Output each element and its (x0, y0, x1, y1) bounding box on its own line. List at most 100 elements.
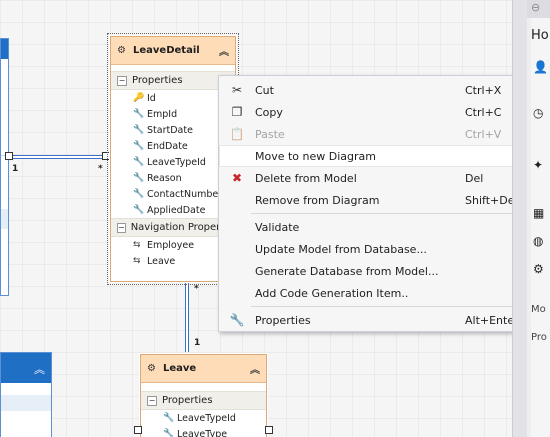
resize-handle[interactable] (134, 426, 142, 434)
menu-item-update-model-from-database[interactable]: Update Model from Database... (219, 238, 535, 260)
property-wrench-icon: 🔧 (133, 109, 145, 119)
panel-label-pro: Pro (531, 332, 547, 343)
partial-entity-left-bottom[interactable]: ︽ (0, 352, 52, 437)
property-wrench-icon: 🔧 (133, 125, 145, 135)
properties-list: 🔧 LeaveTypeId 🔧 LeaveType (141, 410, 266, 437)
gear-icon[interactable]: ⚙ (533, 262, 544, 276)
menu-item-label: Update Model from Database... (255, 242, 427, 256)
menu-item-paste[interactable]: 📋 Paste Ctrl+V (219, 123, 535, 145)
partial-entity-left-top[interactable] (0, 38, 9, 296)
property-name: AppliedDate (147, 204, 206, 216)
menu-item-label: Move to new Diagram (255, 149, 376, 163)
property-row[interactable]: 🔧 EmpId (111, 106, 235, 122)
menu-item-label: Paste (255, 127, 285, 141)
property-row[interactable]: 🔧 LeaveTypeId (141, 410, 266, 426)
menu-item-label: Generate Database from Model... (255, 264, 439, 278)
right-tool-panel: ⊖ Ho 👤 ◷ ✦ ▦ ◍ ⚙ Mo Pro (512, 0, 550, 437)
menu-item-label: Cut (255, 83, 274, 97)
person-icon[interactable]: 👤 (533, 60, 548, 74)
property-wrench-icon: 🔧 (133, 173, 145, 183)
entity-icon: ⚙ (117, 45, 126, 56)
property-row[interactable]: ⇆ Leave (111, 253, 235, 269)
collapse-icon[interactable]: ︽ (219, 43, 229, 58)
menu-item-generate-database-from-model[interactable]: Generate Database from Model... (219, 260, 535, 282)
property-name: LeaveTypeId (177, 412, 236, 424)
menu-item-cut[interactable]: ✂ Cut Ctrl+X (219, 79, 535, 101)
panel-title: Ho (531, 28, 549, 43)
panel-label-mo: Mo (531, 304, 546, 315)
collapse-toggle-icon[interactable]: − (117, 75, 127, 86)
menu-separator (251, 306, 535, 307)
entity-title: Leave (163, 363, 197, 374)
connector-handle[interactable] (5, 152, 13, 160)
menu-item-remove-from-diagram[interactable]: Remove from Diagram Shift+Del (219, 189, 535, 211)
multiplicity-label: * (98, 164, 103, 174)
multiplicity-label: * (194, 284, 199, 294)
section-label: Properties (162, 395, 213, 406)
multiplicity-label: 1 (194, 338, 201, 348)
entity-icon: ⚙ (147, 363, 156, 374)
properties-section-header[interactable]: − Properties (141, 391, 266, 410)
scissors-icon: ✂ (231, 83, 243, 97)
property-row[interactable]: 🔧 AppliedDate (111, 202, 235, 218)
property-wrench-icon: 🔧 (133, 205, 145, 215)
menu-item-label: Add Code Generation Item.. (255, 286, 409, 300)
section-label: Properties (132, 75, 183, 86)
pin-icon[interactable]: ✦ (533, 158, 543, 172)
entity-header[interactable]: ⚙ LeaveDetail ︽ (111, 37, 235, 65)
menu-item-add-code-generation-item[interactable]: Add Code Generation Item.. (219, 282, 535, 304)
connector-handle[interactable] (102, 152, 110, 160)
property-row[interactable]: 🔧 LeaveType (141, 426, 266, 437)
clock-icon[interactable]: ◷ (533, 106, 543, 120)
property-row[interactable]: ⇆ Employee (111, 237, 235, 253)
paste-icon: 📋 (229, 127, 245, 141)
property-row[interactable]: 🔑 Id (111, 90, 235, 106)
property-name: StartDate (147, 124, 193, 136)
multiplicity-label: 1 (12, 164, 19, 174)
association-line-horizontal[interactable] (9, 155, 106, 159)
property-wrench-icon: 🔧 (163, 413, 175, 423)
entity-leave[interactable]: ⚙ Leave ︽ − Properties 🔧 LeaveTypeId 🔧 Leav… (140, 354, 267, 437)
property-name: LeaveTypeId (147, 156, 206, 168)
property-name: LeaveType (177, 428, 228, 437)
property-wrench-icon: 🔧 (133, 157, 145, 167)
entity-title: LeaveDetail (133, 45, 200, 56)
pin-icon[interactable]: ⊖ (531, 1, 540, 14)
panel-header: ⊖ (527, 0, 550, 18)
grid-icon[interactable]: ▦ (533, 206, 544, 220)
property-wrench-icon: 🔧 (133, 189, 145, 199)
property-wrench-icon: 🔧 (163, 429, 175, 437)
association-line-vertical[interactable] (185, 282, 189, 352)
menu-item-delete-from-model[interactable]: ✖ Delete from Model Del (219, 167, 535, 189)
navigation-section-header[interactable]: − Navigation Properties (111, 218, 235, 237)
property-name: EmpId (147, 108, 178, 120)
key-icon: 🔑 (133, 93, 145, 103)
properties-section-header[interactable]: − Properties (111, 71, 235, 90)
delete-x-icon: ✖ (231, 171, 243, 185)
resize-handle[interactable] (265, 426, 273, 434)
collapse-toggle-icon[interactable]: − (117, 222, 126, 233)
menu-item-label: Remove from Diagram (255, 193, 380, 207)
property-row[interactable]: 🔧 ContactNumber (111, 186, 235, 202)
properties-list: 🔑 Id 🔧 EmpId 🔧 StartDate 🔧 EndDate 🔧 LeaveTypeId 🔧… (111, 90, 235, 218)
collapse-icon[interactable]: ︽ (34, 361, 45, 377)
collapse-icon[interactable]: ︽ (250, 361, 260, 376)
navigation-property-icon: ⇆ (133, 240, 141, 250)
property-name: Id (147, 92, 156, 104)
panel-body: Ho 👤 ◷ ✦ ▦ ◍ ⚙ Mo Pro (531, 18, 550, 437)
property-row[interactable]: 🔧 EndDate (111, 138, 235, 154)
property-row[interactable]: 🔧 Reason (111, 170, 235, 186)
property-name: Employee (147, 239, 195, 251)
entity-header[interactable]: ⚙ Leave ︽ (141, 355, 266, 383)
menu-separator (251, 213, 535, 214)
menu-item-validate[interactable]: Validate (219, 216, 535, 238)
context-menu: ✂ Cut Ctrl+X ❐ Copy Ctrl+C 📋 Paste Ctrl+V Move to… (218, 75, 536, 332)
panel-scrollbar[interactable] (513, 0, 527, 437)
menu-item-properties[interactable]: 🔧 Properties Alt+Enter (219, 309, 535, 331)
menu-item-copy[interactable]: ❐ Copy Ctrl+C (219, 101, 535, 123)
globe-icon[interactable]: ◍ (533, 234, 543, 248)
collapse-toggle-icon[interactable]: − (147, 395, 157, 406)
property-row[interactable]: 🔧 LeaveTypeId (111, 154, 235, 170)
menu-item-move-to-new-diagram[interactable]: Move to new Diagram (219, 145, 535, 167)
property-row[interactable]: 🔧 StartDate (111, 122, 235, 138)
